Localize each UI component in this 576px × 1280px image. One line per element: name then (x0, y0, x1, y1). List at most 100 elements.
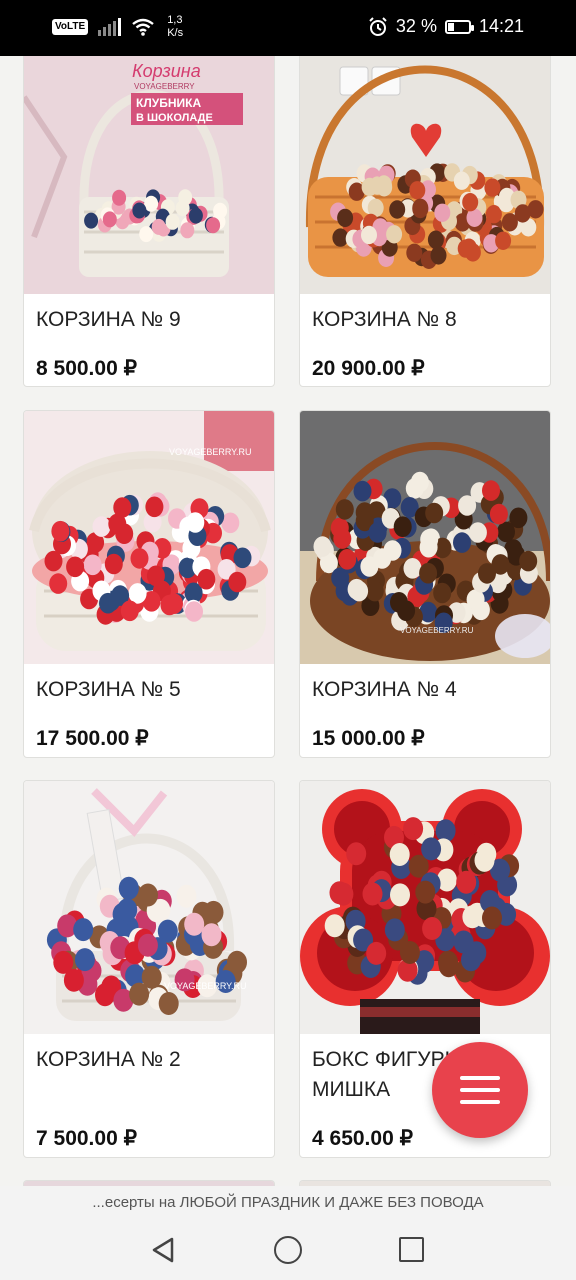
berry-decoration (113, 497, 132, 518)
berry-decoration (228, 571, 247, 593)
product-image[interactable]: Корзина VOYAGEBERRY КЛУБНИКА В ШОКОЛАДЕ (24, 56, 274, 294)
status-bar: VoLTE 1,3 K/s 32 % 14:21 (0, 0, 576, 56)
product-image[interactable]: VOYAGEBERRY.RU (24, 781, 274, 1034)
product-name[interactable]: КОРЗИНА № 2 (36, 1045, 261, 1075)
berry-decoration (146, 565, 165, 587)
berry-decoration (415, 880, 436, 904)
berry-decoration (389, 200, 406, 219)
berry-decoration (410, 471, 429, 493)
berry-decoration (333, 528, 352, 549)
product-card[interactable]: VOYAGEBERRY.RU КОРЗИНА № 5 17 500.00 ₽ (23, 410, 275, 758)
image-caption-brand: VOYAGEBERRY (134, 82, 195, 91)
product-card[interactable]: VOYAGEBERRY.RU КОРЗИНА № 4 15 000.00 ₽ (299, 410, 551, 758)
berry-decoration (362, 882, 383, 906)
product-name[interactable]: КОРЗИНА № 8 (312, 305, 537, 335)
product-card[interactable]: VOYAGEBERRY.RU КОРЗИНА № 2 7 500.00 ₽ (23, 780, 275, 1158)
berry-decoration (365, 580, 384, 602)
product-price: 20 900.00 ₽ (312, 357, 425, 380)
image-caption-korzina: Корзина (132, 61, 201, 81)
berry-decoration (117, 898, 138, 922)
berry-decoration (313, 536, 332, 557)
berry-decoration (384, 918, 405, 942)
product-image[interactable] (300, 56, 550, 294)
berry-decoration (324, 914, 345, 938)
berry-decoration (350, 580, 369, 602)
berry-decoration (188, 207, 203, 224)
product-card[interactable]: Корзина VOYAGEBERRY КЛУБНИКА В ШОКОЛАДЕ … (23, 56, 275, 387)
berry-decoration (425, 502, 444, 524)
berry-decoration (497, 521, 515, 543)
berry-decoration (383, 540, 402, 561)
product-card[interactable]: КОРЗИНА № 8 20 900.00 ₽ (299, 56, 551, 387)
berry-decoration (139, 226, 154, 243)
berry-decoration (460, 238, 477, 257)
berry-decoration (165, 213, 180, 230)
berry-decoration (495, 231, 512, 250)
berry-decoration (104, 553, 123, 575)
berry-decoration (482, 906, 502, 930)
product-name[interactable]: КОРЗИНА № 9 (36, 305, 261, 335)
berry-decoration (458, 495, 477, 516)
product-image[interactable]: VOYAGEBERRY.RU (24, 411, 274, 664)
berry-decoration (389, 843, 410, 866)
product-image[interactable] (300, 781, 550, 1034)
berry-decoration (118, 876, 139, 900)
product-price: 17 500.00 ₽ (36, 727, 149, 750)
berry-decoration (185, 601, 203, 622)
product-name[interactable]: КОРЗИНА № 4 (312, 675, 537, 705)
home-icon[interactable] (274, 1236, 302, 1264)
berry-decoration (478, 563, 496, 584)
product-name[interactable]: КОРЗИНА № 5 (36, 675, 261, 705)
product-price: 15 000.00 ₽ (312, 727, 425, 750)
berry-decoration (434, 203, 451, 222)
berry-decoration (419, 536, 438, 558)
berry-decoration (453, 171, 470, 190)
berry-decoration (406, 243, 423, 262)
berry-decoration (390, 883, 410, 907)
berry-decoration (390, 592, 408, 613)
berry-decoration (393, 516, 412, 537)
berry-decoration (227, 950, 247, 974)
berry-decoration (201, 923, 222, 947)
berry-decoration (462, 905, 483, 929)
recent-apps-icon[interactable] (399, 1237, 424, 1262)
product-image[interactable]: VOYAGEBERRY.RU (300, 411, 550, 664)
berry-decoration (461, 948, 481, 972)
berry-decoration (53, 950, 74, 974)
image-watermark: VOYAGEBERRY.RU (169, 447, 252, 457)
berry-decoration (403, 558, 422, 579)
berry-decoration (386, 225, 403, 244)
berry-decoration (335, 499, 354, 520)
berry-decoration (346, 842, 367, 866)
berry-decoration (353, 480, 372, 502)
berry-decoration (403, 817, 424, 841)
berry-decoration (102, 211, 117, 228)
wifi-icon (132, 18, 154, 36)
product-grid: Корзина VOYAGEBERRY КЛУБНИКА В ШОКОЛАДЕ … (0, 56, 576, 1186)
system-navigation-bar (0, 1220, 576, 1280)
berry-decoration (197, 568, 216, 590)
berry-decoration (399, 941, 420, 964)
menu-fab-button[interactable] (432, 1042, 528, 1138)
hamburger-icon (460, 1076, 500, 1080)
berry-decoration (84, 212, 99, 229)
berry-decoration (151, 218, 166, 235)
berry-decoration (165, 593, 183, 614)
berry-decoration (427, 230, 444, 249)
back-icon[interactable] (150, 1236, 176, 1264)
berry-decoration (361, 225, 377, 245)
berry-decoration (73, 918, 94, 942)
berry-decoration (329, 881, 350, 905)
berry-decoration (99, 592, 117, 614)
berry-decoration (112, 189, 127, 206)
clock: 14:21 (478, 16, 524, 36)
berry-decoration (366, 941, 387, 965)
berry-decoration (462, 193, 479, 212)
berry-decoration (120, 600, 139, 622)
berry-decoration (83, 554, 102, 576)
berry-decoration (466, 208, 483, 227)
berry-decoration (489, 503, 508, 525)
volte-icon: VoLTE (52, 19, 89, 35)
product-price: 8 500.00 ₽ (36, 357, 137, 380)
berry-decoration (51, 520, 70, 542)
